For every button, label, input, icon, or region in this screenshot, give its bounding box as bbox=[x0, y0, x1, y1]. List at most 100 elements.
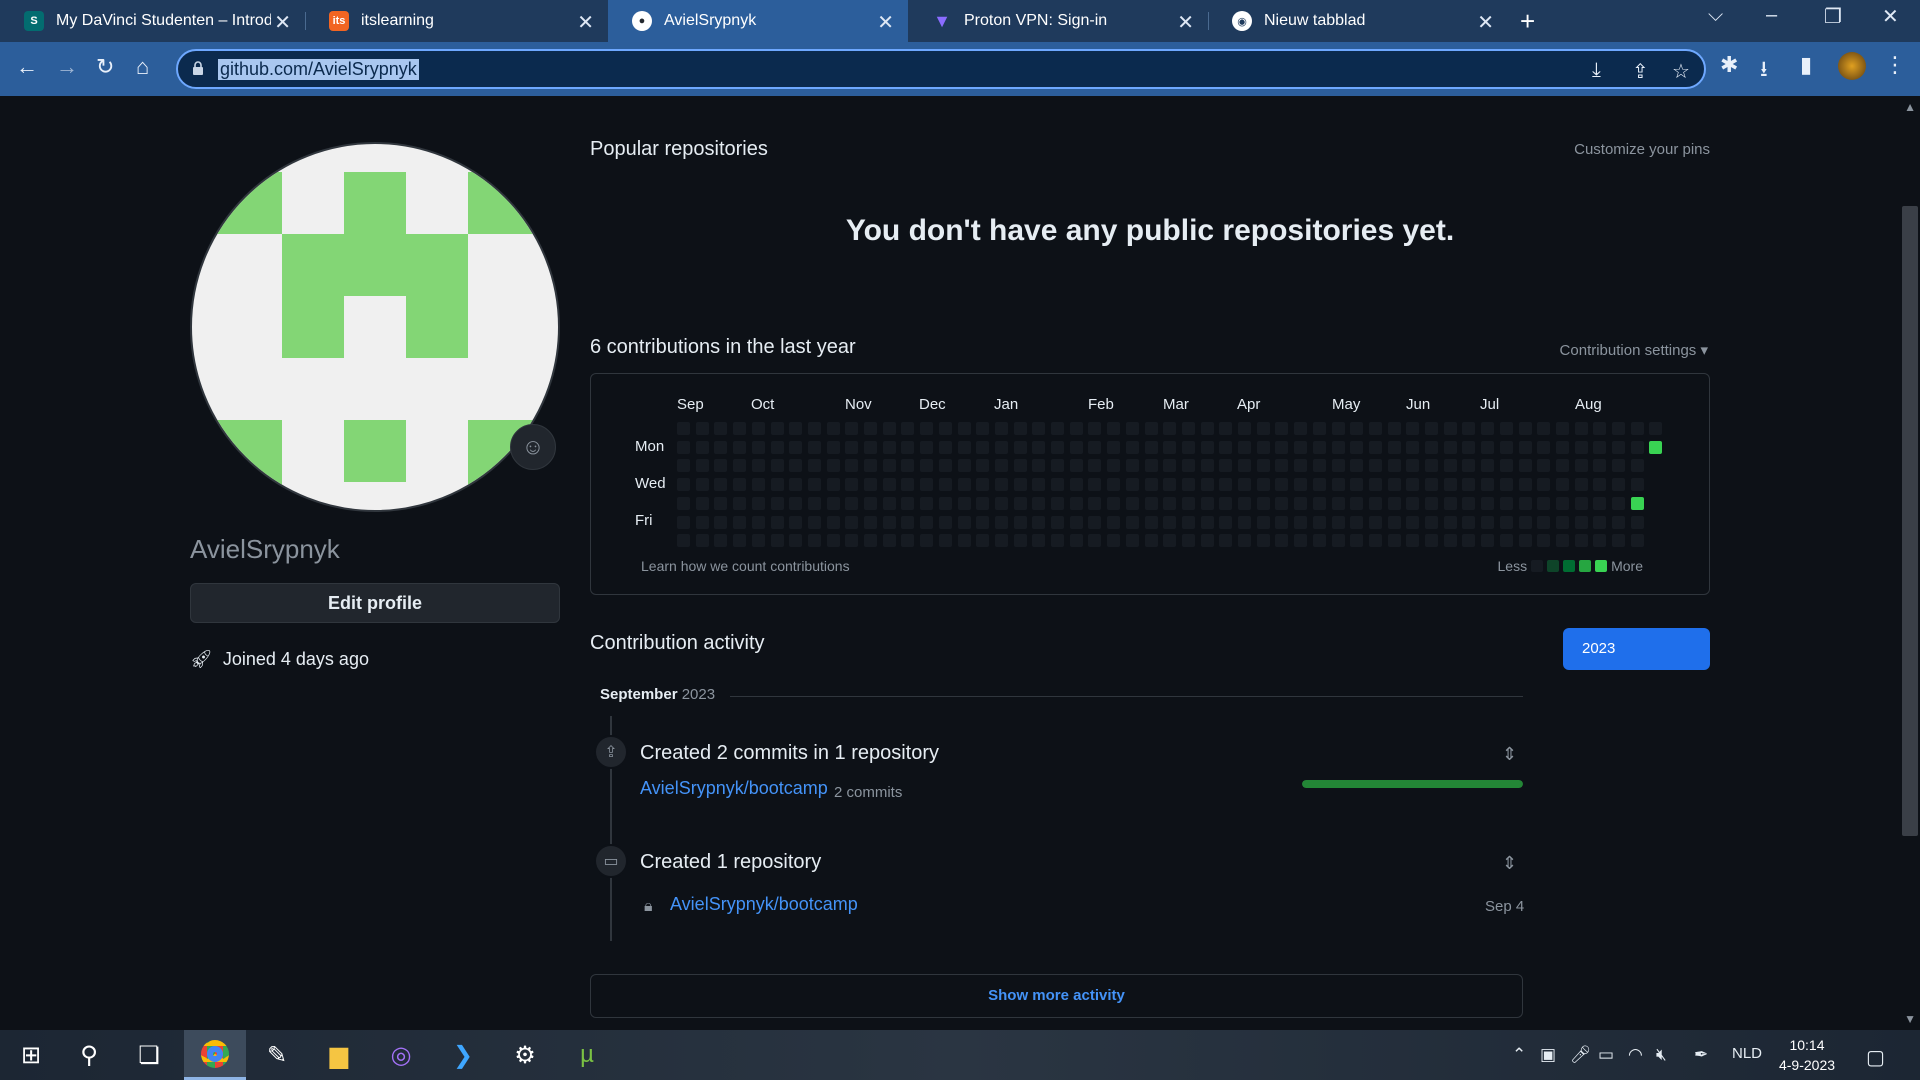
contribution-cell[interactable] bbox=[751, 440, 765, 454]
contribution-cell[interactable] bbox=[1593, 515, 1607, 529]
contribution-cell[interactable] bbox=[826, 515, 840, 529]
contribution-cell[interactable] bbox=[901, 515, 915, 529]
contribution-cell[interactable] bbox=[1125, 515, 1139, 529]
contribution-cell[interactable] bbox=[677, 534, 690, 548]
tab-itslearning[interactable]: its itslearning ✕ bbox=[305, 0, 608, 42]
contribution-cell[interactable] bbox=[1406, 440, 1420, 454]
contribution-cell[interactable] bbox=[1032, 422, 1046, 435]
contribution-cell[interactable] bbox=[994, 459, 1008, 473]
contribution-cell[interactable] bbox=[677, 515, 690, 529]
contribution-cell[interactable] bbox=[1537, 515, 1551, 529]
contribution-cell[interactable] bbox=[1013, 478, 1027, 492]
contribution-cell[interactable] bbox=[1013, 534, 1027, 548]
contribution-cell[interactable] bbox=[1051, 459, 1064, 473]
contribution-cell[interactable] bbox=[1238, 496, 1251, 510]
contribution-cell[interactable] bbox=[1612, 515, 1625, 529]
contribution-cell[interactable] bbox=[1406, 515, 1420, 529]
contribution-cell[interactable] bbox=[976, 440, 990, 454]
contribution-cell[interactable] bbox=[845, 478, 859, 492]
contribution-cell[interactable] bbox=[976, 515, 990, 529]
contribution-cell[interactable] bbox=[1200, 440, 1214, 454]
contribution-cell[interactable] bbox=[1518, 534, 1532, 548]
contribution-cell[interactable] bbox=[1294, 478, 1308, 492]
contribution-cell[interactable] bbox=[1574, 534, 1588, 548]
contribution-cell[interactable] bbox=[1612, 496, 1625, 510]
contribution-cell[interactable] bbox=[1425, 440, 1438, 454]
contribution-cell[interactable] bbox=[1088, 515, 1102, 529]
contribution-cell[interactable] bbox=[1051, 534, 1064, 548]
contribution-cell[interactable] bbox=[1256, 515, 1270, 529]
contribution-cell[interactable] bbox=[1443, 440, 1457, 454]
contribution-cell[interactable] bbox=[1350, 496, 1364, 510]
contribution-cell[interactable] bbox=[1425, 515, 1438, 529]
contribution-cell[interactable] bbox=[714, 440, 728, 454]
contribution-cell[interactable] bbox=[1537, 459, 1551, 473]
contribution-cell[interactable] bbox=[1499, 496, 1513, 510]
contribution-cell[interactable] bbox=[1275, 478, 1289, 492]
contribution-cell[interactable] bbox=[1051, 496, 1064, 510]
contribution-cell[interactable] bbox=[789, 422, 803, 435]
pen-icon[interactable]: ✒ bbox=[1694, 1045, 1708, 1065]
contribution-cell[interactable] bbox=[1481, 496, 1495, 510]
contribution-cell[interactable] bbox=[1312, 515, 1326, 529]
contribution-cell[interactable] bbox=[1331, 478, 1345, 492]
contribution-cell[interactable] bbox=[1144, 459, 1158, 473]
contribution-cell[interactable] bbox=[807, 515, 821, 529]
year-filter-button[interactable]: 2023 bbox=[1563, 628, 1710, 670]
restore-icon[interactable]: ❐ bbox=[1824, 4, 1842, 29]
contribution-cell[interactable] bbox=[976, 496, 990, 510]
close-icon[interactable]: ✕ bbox=[274, 10, 291, 35]
contribution-cell[interactable] bbox=[1630, 440, 1644, 454]
contribution-cell[interactable] bbox=[1275, 459, 1289, 473]
contribution-cell[interactable] bbox=[1238, 534, 1251, 548]
contribution-cell[interactable] bbox=[976, 534, 990, 548]
install-app-icon[interactable]: ⤓ bbox=[1592, 59, 1601, 82]
contribution-cell[interactable] bbox=[1069, 478, 1083, 492]
contribution-cell[interactable] bbox=[1649, 440, 1663, 454]
contribution-cell[interactable] bbox=[994, 478, 1008, 492]
microphone-icon[interactable]: 🎤︎ bbox=[1570, 1045, 1592, 1065]
utorrent-icon[interactable]: µ bbox=[556, 1030, 618, 1080]
contribution-cell[interactable] bbox=[1368, 515, 1382, 529]
contribution-cell[interactable] bbox=[1107, 478, 1121, 492]
contribution-cell[interactable] bbox=[714, 478, 728, 492]
contribution-cell[interactable] bbox=[1294, 534, 1308, 548]
contribution-cell[interactable] bbox=[1537, 478, 1551, 492]
contribution-cell[interactable] bbox=[1181, 515, 1195, 529]
contribution-cell[interactable] bbox=[1069, 515, 1083, 529]
contribution-cell[interactable] bbox=[901, 459, 915, 473]
contribution-cell[interactable] bbox=[1088, 440, 1102, 454]
contribution-cell[interactable] bbox=[1574, 459, 1588, 473]
contribution-cell[interactable] bbox=[882, 515, 896, 529]
contribution-cell[interactable] bbox=[1275, 440, 1289, 454]
contribution-cell[interactable] bbox=[826, 534, 840, 548]
contribution-cell[interactable] bbox=[845, 422, 859, 435]
contribution-cell[interactable] bbox=[789, 459, 803, 473]
contribution-cell[interactable] bbox=[1350, 459, 1364, 473]
contribution-cell[interactable] bbox=[864, 534, 877, 548]
contribution-cell[interactable] bbox=[845, 459, 859, 473]
contribution-cell[interactable] bbox=[1406, 534, 1420, 548]
contribution-cell[interactable] bbox=[677, 496, 690, 510]
contribution-cell[interactable] bbox=[1200, 459, 1214, 473]
task-view-icon[interactable]: ❏ bbox=[118, 1030, 180, 1080]
contribution-cell[interactable] bbox=[714, 422, 728, 435]
extensions-icon[interactable]: ✱ bbox=[1720, 52, 1738, 78]
contribution-cell[interactable] bbox=[1443, 534, 1457, 548]
contribution-cell[interactable] bbox=[1294, 459, 1308, 473]
contribution-cell[interactable] bbox=[994, 515, 1008, 529]
contribution-cell[interactable] bbox=[1537, 534, 1551, 548]
contribution-cell[interactable] bbox=[1537, 440, 1551, 454]
contribution-cell[interactable] bbox=[1219, 496, 1233, 510]
contribution-cell[interactable] bbox=[882, 422, 896, 435]
contribution-cell[interactable] bbox=[1574, 422, 1588, 435]
set-status-button[interactable]: ☺ bbox=[510, 424, 556, 470]
contribution-cell[interactable] bbox=[695, 515, 709, 529]
contribution-cell[interactable] bbox=[1630, 422, 1644, 435]
contribution-cell[interactable] bbox=[1275, 496, 1289, 510]
contribution-cell[interactable] bbox=[1368, 459, 1382, 473]
contribution-cell[interactable] bbox=[957, 422, 971, 435]
contribution-cell[interactable] bbox=[1144, 515, 1158, 529]
contribution-cell[interactable] bbox=[677, 422, 690, 435]
contribution-cell[interactable] bbox=[994, 422, 1008, 435]
